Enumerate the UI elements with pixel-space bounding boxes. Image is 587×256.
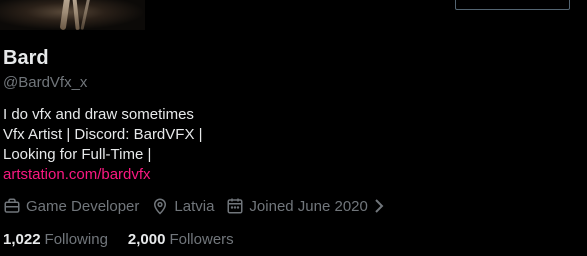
display-name: Bard <box>3 47 49 69</box>
bio-line: Vfx Artist | Discord: BardVFX | <box>3 126 203 143</box>
chevron-right-icon[interactable] <box>372 198 386 214</box>
following-count: 1,022 <box>3 231 41 248</box>
location-text: Latvia <box>174 197 215 215</box>
followers-label: Followers <box>169 231 234 248</box>
following-label: Following <box>44 231 108 248</box>
profile-meta: Game Developer Latvia Joined June 2020 <box>3 197 386 215</box>
followers-link[interactable]: 2,000 Followers <box>128 231 234 248</box>
profession-item: Game Developer <box>3 197 139 215</box>
user-handle: @BardVfx_x <box>3 74 88 91</box>
profile-action-button[interactable] <box>455 0 570 10</box>
joined-text: Joined June 2020 <box>249 197 368 215</box>
location-pin-icon <box>154 198 167 215</box>
profile-avatar[interactable] <box>0 0 145 30</box>
follow-stats: 1,022 Following 2,000 Followers <box>3 231 254 248</box>
calendar-icon <box>227 198 243 214</box>
joined-item[interactable]: Joined June 2020 <box>226 197 368 215</box>
bio-link[interactable]: artstation.com/bardvfx <box>3 165 203 185</box>
location-item: Latvia <box>151 197 214 215</box>
bio: I do vfx and draw sometimes Vfx Artist |… <box>3 105 203 185</box>
bio-line: Looking for Full-Time | <box>3 146 152 163</box>
following-link[interactable]: 1,022 Following <box>3 231 108 248</box>
bio-line: I do vfx and draw sometimes <box>3 106 194 123</box>
briefcase-icon <box>4 198 20 213</box>
followers-count: 2,000 <box>127 231 166 248</box>
profession-text: Game Developer <box>26 197 140 215</box>
